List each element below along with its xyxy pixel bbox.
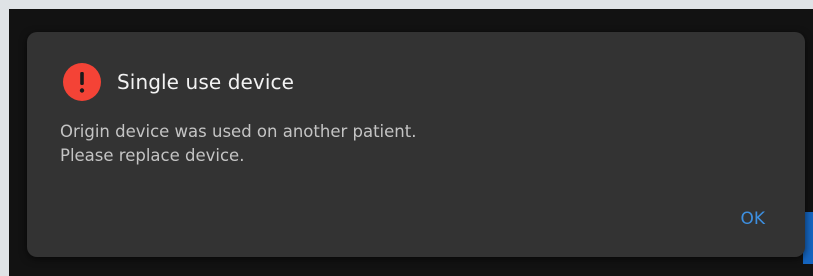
ok-button[interactable]: OK <box>730 207 775 231</box>
alert-dialog: Single use device Origin device was used… <box>27 32 805 257</box>
dialog-header: Single use device <box>63 63 294 101</box>
dialog-message-line: Please replace device. <box>60 146 245 165</box>
dialog-title: Single use device <box>117 70 294 94</box>
dialog-message-line: Origin device was used on another patien… <box>60 122 417 141</box>
alert-icon <box>63 63 101 101</box>
dialog-message: Origin device was used on another patien… <box>60 120 416 168</box>
